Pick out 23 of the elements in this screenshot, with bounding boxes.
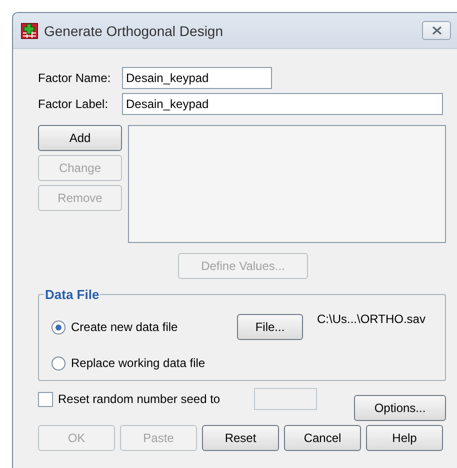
checkbox[interactable]: [38, 392, 53, 406]
factor-button[interactable]: Add: [38, 125, 122, 151]
field-label: Factor Name:: [38, 71, 112, 85]
group-title: Data File: [44, 287, 100, 302]
field-label: Factor Label:: [38, 97, 110, 111]
factor-name-field[interactable]: Desain_keypad: [122, 67, 272, 89]
dialog-button[interactable]: Cancel: [284, 425, 361, 451]
checkbox-label: Reset random number seed to: [58, 392, 222, 406]
radio-label: Replace working data file: [71, 356, 206, 370]
window-title: Generate Orthogonal Design: [44, 22, 224, 38]
grid-plus-icon: [21, 22, 38, 38]
dialog-button[interactable]: Reset: [202, 425, 279, 451]
dialog-button[interactable]: Help: [366, 425, 443, 451]
close-button[interactable]: [422, 21, 451, 40]
options-button[interactable]: Options...: [354, 395, 446, 421]
file-button[interactable]: File...: [237, 314, 303, 340]
factor-label-field[interactable]: Desain_keypad: [122, 93, 443, 115]
radio-button[interactable]: [51, 356, 66, 370]
radio-button[interactable]: [51, 320, 66, 334]
radio-label: Create new data file: [71, 320, 178, 334]
factor-list[interactable]: [128, 125, 446, 243]
close-icon: [432, 26, 442, 35]
file-path: C:\Us...\ORTHO.sav: [317, 312, 426, 326]
